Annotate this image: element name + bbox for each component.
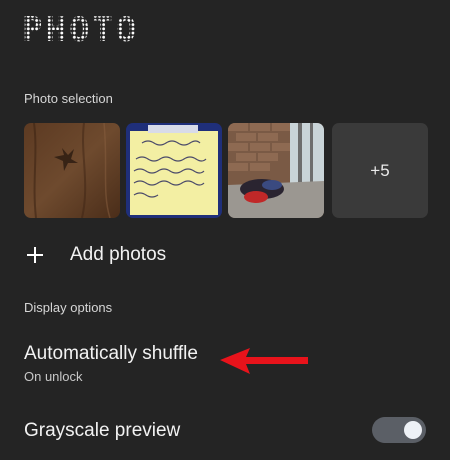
photo-selection-label: Photo selection	[24, 91, 113, 106]
photo-thumbnail-room[interactable]	[228, 123, 324, 218]
add-photos-button[interactable]: Add photos	[24, 240, 166, 270]
annotation-arrow-icon	[220, 348, 308, 374]
add-photos-label: Add photos	[70, 244, 167, 265]
plus-icon	[24, 244, 46, 266]
grayscale-setting-title: Grayscale preview	[24, 420, 181, 441]
shuffle-setting-subtitle: On unlock	[24, 369, 83, 384]
grayscale-toggle[interactable]	[372, 417, 426, 443]
photo-settings-page: PHOTO Photo selection +5 Add photos Disp…	[0, 0, 450, 460]
page-title: PHOTO	[22, 10, 140, 50]
more-photos-count: +5	[370, 160, 390, 180]
display-options-label: Display options	[24, 300, 113, 315]
photo-thumbnail-note[interactable]	[126, 123, 222, 218]
toggle-knob	[404, 421, 422, 439]
photo-thumbnail-wood[interactable]	[24, 123, 120, 218]
more-photos-tile[interactable]: +5	[332, 123, 428, 218]
shuffle-setting-title: Automatically shuffle	[24, 343, 198, 364]
photo-selection-grid: +5	[24, 123, 428, 218]
